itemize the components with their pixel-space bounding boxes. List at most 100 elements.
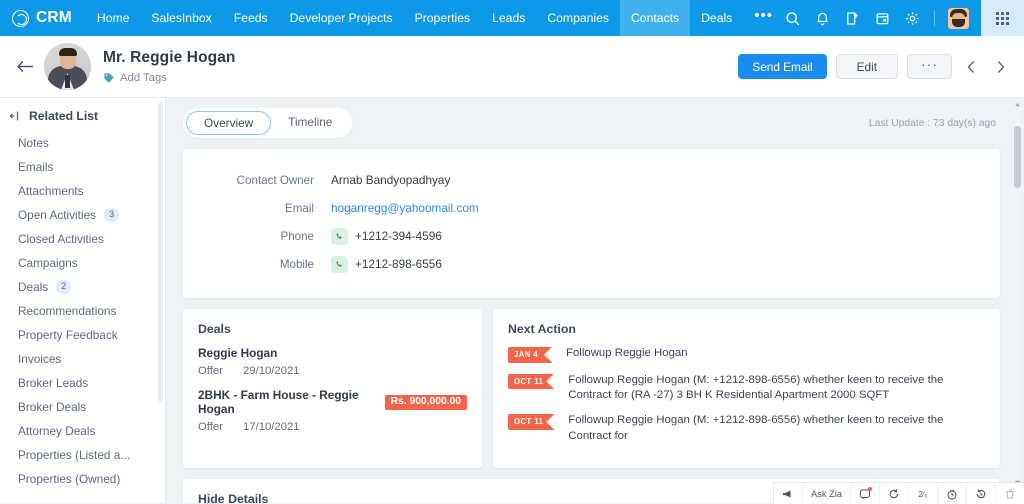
contact-info-rows: Contact Owner Arnab Bandyopadhyay Email hog… xyxy=(183,166,1000,278)
sidebar-item-label: Open Activities xyxy=(18,208,97,222)
tab-timeline[interactable]: Timeline xyxy=(271,111,349,135)
add-note-icon[interactable] xyxy=(844,10,861,27)
sidebar-item-badge: 2 xyxy=(56,280,72,294)
view-tabs: Overview Timeline xyxy=(183,108,353,138)
sidebar-item-attachments[interactable]: Attachments xyxy=(0,179,165,203)
call-button[interactable] xyxy=(331,227,348,245)
bottom-toolbar-history-button[interactable] xyxy=(967,483,996,504)
sidebar-item-broker-deals[interactable]: Broker Deals xyxy=(0,395,165,419)
user-avatar[interactable] xyxy=(948,7,970,29)
record-header: Mr. Reggie Hogan Add Tags Send Email Edi… xyxy=(0,36,1024,98)
sidebar-scrollbar[interactable] xyxy=(158,98,163,503)
bottom-toolbar: Ask Zia 2⁄₆ xyxy=(773,482,1024,504)
main-scrollbar[interactable] xyxy=(1014,106,1021,481)
contact-info-label: Mobile xyxy=(279,257,314,271)
main-nav-items: Home SalesInbox Feeds Developer Projects Pro… xyxy=(86,0,743,36)
bottom-toolbar-zia-button[interactable]: Ask Zia xyxy=(803,483,851,504)
edit-button[interactable]: Edit xyxy=(835,54,898,79)
crm-logo-icon xyxy=(12,9,29,27)
sidebar-item-notes[interactable]: Notes xyxy=(0,131,165,155)
sidebar-item-invoices[interactable]: Invoices xyxy=(0,347,165,371)
next-action-list: JAN 4 Followup Reggie Hogan OCT 11 Followup… xyxy=(508,346,985,444)
next-action-card: Next Action JAN 4 Followup Reggie Hogan OC… xyxy=(493,309,1000,469)
megaphone-icon xyxy=(783,490,791,497)
bottom-toolbar-timer-button[interactable] xyxy=(938,483,967,504)
sidebar-item-closed-activities[interactable]: Closed Activities xyxy=(0,227,165,251)
nav-item-developer-projects[interactable]: Developer Projects xyxy=(279,0,404,36)
analytics-icon: 2⁄₆ xyxy=(918,490,927,499)
contact-info-text: +1212-898-6556 xyxy=(355,257,442,271)
more-actions-button[interactable]: ··· xyxy=(907,54,952,79)
sidebar-item-properties-listed-a[interactable]: Properties (Listed a... xyxy=(0,443,165,467)
deal-name[interactable]: Reggie Hogan xyxy=(198,346,467,360)
sidebar-item-label: Deals xyxy=(18,280,49,294)
contact-summary-card: Contact Owner Arnab Bandyopadhyay Email hog… xyxy=(183,149,1000,298)
app-switcher-button[interactable] xyxy=(981,0,1024,36)
contact-info-value-email[interactable]: hoganregg@yahoomail.com xyxy=(331,201,479,215)
sidebar-item-attorney-deals[interactable]: Attorney Deals xyxy=(0,419,165,443)
sidebar-item-label: Emails xyxy=(18,160,54,174)
next-record-button[interactable] xyxy=(990,55,1010,79)
next-action-card-title: Next Action xyxy=(508,322,576,336)
sidebar-item-label: Broker Deals xyxy=(18,400,87,414)
contact-info-row: Contact Owner Arnab Bandyopadhyay xyxy=(183,166,1000,194)
next-action-item[interactable]: OCT 11 Followup Reggie Hogan (M: +1212-89… xyxy=(508,413,985,444)
gear-icon[interactable] xyxy=(904,10,921,27)
nav-more-button[interactable]: ••• xyxy=(743,0,784,36)
bell-icon[interactable] xyxy=(814,10,831,27)
bottom-toolbar-analytics-button[interactable]: 2⁄₆ xyxy=(909,483,938,504)
deal-stage-row: Offer 29/10/2021 xyxy=(198,365,467,377)
deals-card-title: Deals xyxy=(198,322,231,336)
sidebar-item-broker-leads[interactable]: Broker Leads xyxy=(0,371,165,395)
sidebar-item-emails[interactable]: Emails xyxy=(0,155,165,179)
search-icon[interactable] xyxy=(784,10,801,27)
contact-info-value-mobile[interactable]: +1212-898-6556 xyxy=(331,255,442,273)
add-tags-button[interactable]: Add Tags xyxy=(103,72,738,84)
deal-name[interactable]: 2BHK - Farm House - Reggie Hogan Rs. 900,… xyxy=(198,388,467,416)
previous-record-button[interactable] xyxy=(961,55,981,79)
sidebar-item-recommendations[interactable]: Recommendations xyxy=(0,299,165,323)
nav-item-companies[interactable]: Companies xyxy=(536,0,620,36)
next-action-item[interactable]: OCT 11 Followup Reggie Hogan (M: +1212-89… xyxy=(508,373,985,404)
collapse-panel-icon[interactable] xyxy=(9,110,21,122)
sidebar-item-properties-owned[interactable]: Properties (Owned) xyxy=(0,467,165,491)
related-list-sidebar: Related List Notes Emails Attachments Open … xyxy=(0,98,166,503)
bottom-toolbar-trash-button[interactable] xyxy=(996,483,1024,504)
page-title: Mr. Reggie Hogan xyxy=(103,49,236,66)
nav-item-contacts[interactable]: Contacts xyxy=(620,0,691,36)
nav-item-properties[interactable]: Properties xyxy=(404,0,482,36)
bottom-toolbar-chat-button[interactable] xyxy=(851,483,880,504)
bottom-toolbar-megaphone-button[interactable] xyxy=(774,483,803,504)
timer-icon xyxy=(947,488,957,500)
nav-item-salesinbox[interactable]: SalesInbox xyxy=(140,0,222,36)
deals-list: Reggie Hogan Offer 29/10/2021 2BHK - Farm H… xyxy=(198,346,467,433)
send-email-button[interactable]: Send Email xyxy=(738,54,827,79)
calendar-icon[interactable] xyxy=(874,10,891,27)
nav-item-feeds[interactable]: Feeds xyxy=(223,0,279,36)
trash-icon xyxy=(1006,488,1014,499)
tabs-row: Overview Timeline Last Update : 73 day(s… xyxy=(183,108,1000,138)
related-list-items: Notes Emails Attachments Open Activities 3 Cl… xyxy=(0,131,165,491)
back-button[interactable] xyxy=(10,52,40,82)
app-logo[interactable]: CRM xyxy=(0,0,86,36)
sidebar-item-open-activities[interactable]: Open Activities 3 xyxy=(0,203,165,227)
notification-dot xyxy=(868,487,872,491)
body-area: Related List Notes Emails Attachments Open … xyxy=(0,98,1024,503)
bottom-toolbar-refresh-button[interactable] xyxy=(880,483,909,504)
contact-info-text: Arnab Bandyopadhyay xyxy=(331,173,451,187)
tab-overview[interactable]: Overview xyxy=(186,111,272,135)
main-inner: Overview Timeline Last Update : 73 day(s… xyxy=(166,98,1024,503)
sidebar-item-deals[interactable]: Deals 2 xyxy=(0,275,165,299)
sidebar-item-campaigns[interactable]: Campaigns xyxy=(0,251,165,275)
nav-item-deals[interactable]: Deals xyxy=(690,0,743,36)
chevron-left-icon xyxy=(967,60,974,73)
contact-info-value-phone[interactable]: +1212-394-4596 xyxy=(331,227,442,245)
nav-item-leads[interactable]: Leads xyxy=(481,0,536,36)
deal-stage-date: 29/10/2021 xyxy=(243,365,300,377)
nav-item-home[interactable]: Home xyxy=(86,0,141,36)
record-title-block: Mr. Reggie Hogan Add Tags xyxy=(103,49,738,84)
next-action-item[interactable]: JAN 4 Followup Reggie Hogan xyxy=(508,346,985,363)
sidebar-item-property-feedback[interactable]: Property Feedback xyxy=(0,323,165,347)
contact-info-label: Phone xyxy=(280,229,314,243)
call-button[interactable] xyxy=(331,255,348,273)
